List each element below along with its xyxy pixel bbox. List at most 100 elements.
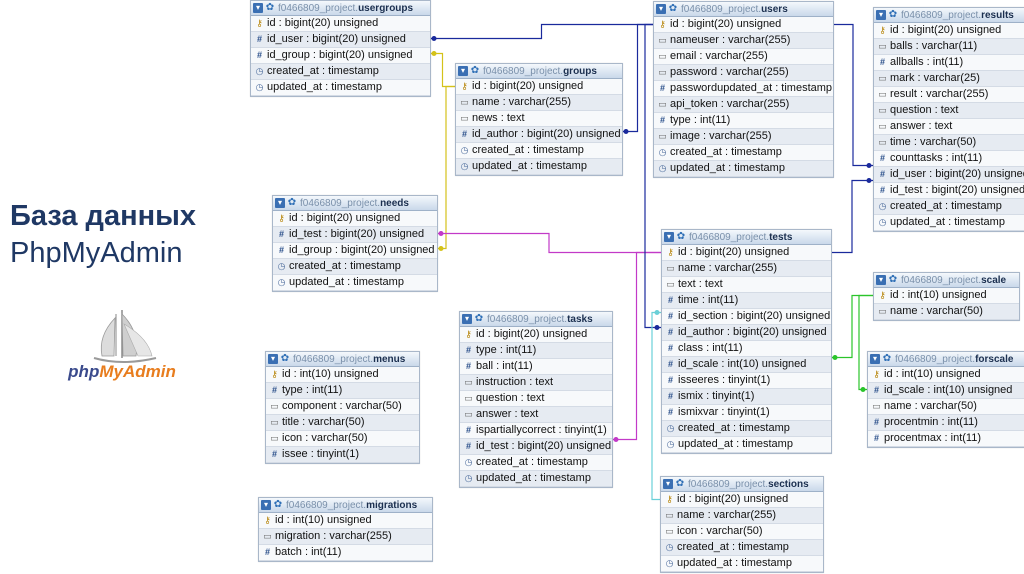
table-header[interactable]: ▾ ✿ f0466809_project.tasks [460, 312, 612, 327]
field-row[interactable]: ◷ created_at : timestamp [654, 145, 833, 161]
field-row[interactable]: # procentmin : int(11) [868, 415, 1024, 431]
field-row[interactable]: ▭ name : varchar(255) [661, 508, 823, 524]
toggle-icon[interactable]: ▾ [261, 500, 271, 510]
field-row[interactable]: ⚷ id : bigint(20) unsigned [460, 327, 612, 343]
field-row[interactable]: ▭ answer : text [874, 119, 1024, 135]
field-row[interactable]: # id_test : bigint(20) unsigned [874, 183, 1024, 199]
table-header[interactable]: ▾ ✿ f0466809_project.menus [266, 352, 419, 367]
table-header[interactable]: ▾ ✿ f0466809_project.usergroups [251, 1, 430, 16]
field-row[interactable]: ⚷ id : bigint(20) unsigned [251, 16, 430, 32]
table-tests[interactable]: ▾ ✿ f0466809_project.tests ⚷ id : bigint(20)… [661, 229, 832, 454]
table-usergroups[interactable]: ▾ ✿ f0466809_project.usergroups ⚷ id : bigin… [250, 0, 431, 97]
table-header[interactable]: ▾ ✿ f0466809_project.needs [273, 196, 437, 211]
gear-icon[interactable]: ✿ [676, 232, 686, 242]
field-row[interactable]: ▭ balls : varchar(11) [874, 39, 1024, 55]
toggle-icon[interactable]: ▾ [663, 479, 673, 489]
field-row[interactable]: ▭ result : varchar(255) [874, 87, 1024, 103]
field-row[interactable]: ◷ updated_at : timestamp [273, 275, 437, 291]
field-row[interactable]: # type : int(11) [266, 383, 419, 399]
field-row[interactable]: ◷ created_at : timestamp [661, 540, 823, 556]
table-users[interactable]: ▾ ✿ f0466809_project.users ⚷ id : bigint(20)… [653, 1, 834, 178]
gear-icon[interactable]: ✿ [470, 66, 480, 76]
field-row[interactable]: # id_scale : int(10) unsigned [662, 357, 831, 373]
field-row[interactable]: # id_group : bigint(20) unsigned [273, 243, 437, 259]
field-row[interactable]: ▭ email : varchar(255) [654, 49, 833, 65]
toggle-icon[interactable]: ▾ [458, 66, 468, 76]
field-row[interactable]: ▭ migration : varchar(255) [259, 529, 432, 545]
field-row[interactable]: # id_author : bigint(20) unsigned [456, 127, 622, 143]
designer-canvas[interactable]: ▾ ✿ f0466809_project.usergroups ⚷ id : bigin… [0, 0, 1024, 574]
field-row[interactable]: ▭ answer : text [460, 407, 612, 423]
field-row[interactable]: ◷ updated_at : timestamp [654, 161, 833, 177]
field-row[interactable]: ▭ nameuser : varchar(255) [654, 33, 833, 49]
gear-icon[interactable]: ✿ [668, 4, 678, 14]
field-row[interactable]: # id_user : bigint(20) unsigned [251, 32, 430, 48]
field-row[interactable]: ⚷ id : bigint(20) unsigned [661, 492, 823, 508]
field-row[interactable]: ⚷ id : int(10) unsigned [259, 513, 432, 529]
toggle-icon[interactable]: ▾ [268, 354, 278, 364]
field-row[interactable]: ⚷ id : bigint(20) unsigned [874, 23, 1024, 39]
table-header[interactable]: ▾ ✿ f0466809_project.tests [662, 230, 831, 245]
field-row[interactable]: ▭ name : varchar(255) [456, 95, 622, 111]
toggle-icon[interactable]: ▾ [876, 10, 886, 20]
field-row[interactable]: # id_test : bigint(20) unsigned [460, 439, 612, 455]
field-row[interactable]: ◷ created_at : timestamp [273, 259, 437, 275]
field-row[interactable]: # id_test : bigint(20) unsigned [273, 227, 437, 243]
field-row[interactable]: ▭ mark : varchar(25) [874, 71, 1024, 87]
field-row[interactable]: # counttasks : int(11) [874, 151, 1024, 167]
table-scale[interactable]: ▾ ✿ f0466809_project.scale ⚷ id : int(10) un… [873, 272, 1020, 321]
field-row[interactable]: ⚷ id : bigint(20) unsigned [273, 211, 437, 227]
gear-icon[interactable]: ✿ [888, 275, 898, 285]
field-row[interactable]: ◷ updated_at : timestamp [251, 80, 430, 96]
table-groups[interactable]: ▾ ✿ f0466809_project.groups ⚷ id : bigint(20… [455, 63, 623, 176]
field-row[interactable]: # batch : int(11) [259, 545, 432, 561]
field-row[interactable]: # ismix : tinyint(1) [662, 389, 831, 405]
field-row[interactable]: ▭ name : varchar(50) [868, 399, 1024, 415]
field-row[interactable]: # ball : int(11) [460, 359, 612, 375]
field-row[interactable]: # procentmax : int(11) [868, 431, 1024, 447]
table-header[interactable]: ▾ ✿ f0466809_project.migrations [259, 498, 432, 513]
field-row[interactable]: # time : int(11) [662, 293, 831, 309]
field-row[interactable]: ◷ created_at : timestamp [460, 455, 612, 471]
field-row[interactable]: # allballs : int(11) [874, 55, 1024, 71]
field-row[interactable]: ▭ news : text [456, 111, 622, 127]
field-row[interactable]: # id_scale : int(10) unsigned [868, 383, 1024, 399]
toggle-icon[interactable]: ▾ [462, 314, 472, 324]
table-forscale[interactable]: ▾ ✿ f0466809_project.forscale ⚷ id : int(10)… [867, 351, 1024, 448]
field-row[interactable]: ◷ updated_at : timestamp [460, 471, 612, 487]
field-row[interactable]: ▭ question : text [874, 103, 1024, 119]
field-row[interactable]: ⚷ id : bigint(20) unsigned [662, 245, 831, 261]
field-row[interactable]: ◷ updated_at : timestamp [456, 159, 622, 175]
field-row[interactable]: # type : int(11) [654, 113, 833, 129]
field-row[interactable]: ▭ api_token : varchar(255) [654, 97, 833, 113]
field-row[interactable]: # id_group : bigint(20) unsigned [251, 48, 430, 64]
field-row[interactable]: ◷ created_at : timestamp [874, 199, 1024, 215]
table-migrations[interactable]: ▾ ✿ f0466809_project.migrations ⚷ id : int(1… [258, 497, 433, 562]
gear-icon[interactable]: ✿ [287, 198, 297, 208]
field-row[interactable]: # id_author : bigint(20) unsigned [662, 325, 831, 341]
table-menus[interactable]: ▾ ✿ f0466809_project.menus ⚷ id : int(10) un… [265, 351, 420, 464]
field-row[interactable]: ⚷ id : bigint(20) unsigned [654, 17, 833, 33]
table-needs[interactable]: ▾ ✿ f0466809_project.needs ⚷ id : bigint(20)… [272, 195, 438, 292]
table-header[interactable]: ▾ ✿ f0466809_project.groups [456, 64, 622, 79]
field-row[interactable]: ◷ created_at : timestamp [456, 143, 622, 159]
table-sections[interactable]: ▾ ✿ f0466809_project.sections ⚷ id : bigint(… [660, 476, 824, 573]
toggle-icon[interactable]: ▾ [664, 232, 674, 242]
gear-icon[interactable]: ✿ [474, 314, 484, 324]
gear-icon[interactable]: ✿ [888, 10, 898, 20]
field-row[interactable]: ▭ component : varchar(50) [266, 399, 419, 415]
field-row[interactable]: # passwordupdated_at : timestamp [654, 81, 833, 97]
field-row[interactable]: ▭ image : varchar(255) [654, 129, 833, 145]
toggle-icon[interactable]: ▾ [876, 275, 886, 285]
table-header[interactable]: ▾ ✿ f0466809_project.users [654, 2, 833, 17]
field-row[interactable]: ⚷ id : bigint(20) unsigned [456, 79, 622, 95]
table-header[interactable]: ▾ ✿ f0466809_project.scale [874, 273, 1019, 288]
toggle-icon[interactable]: ▾ [656, 4, 666, 14]
field-row[interactable]: ▭ question : text [460, 391, 612, 407]
field-row[interactable]: ◷ created_at : timestamp [251, 64, 430, 80]
field-row[interactable]: ▭ time : varchar(50) [874, 135, 1024, 151]
toggle-icon[interactable]: ▾ [253, 3, 263, 13]
table-header[interactable]: ▾ ✿ f0466809_project.sections [661, 477, 823, 492]
gear-icon[interactable]: ✿ [280, 354, 290, 364]
field-row[interactable]: # type : int(11) [460, 343, 612, 359]
